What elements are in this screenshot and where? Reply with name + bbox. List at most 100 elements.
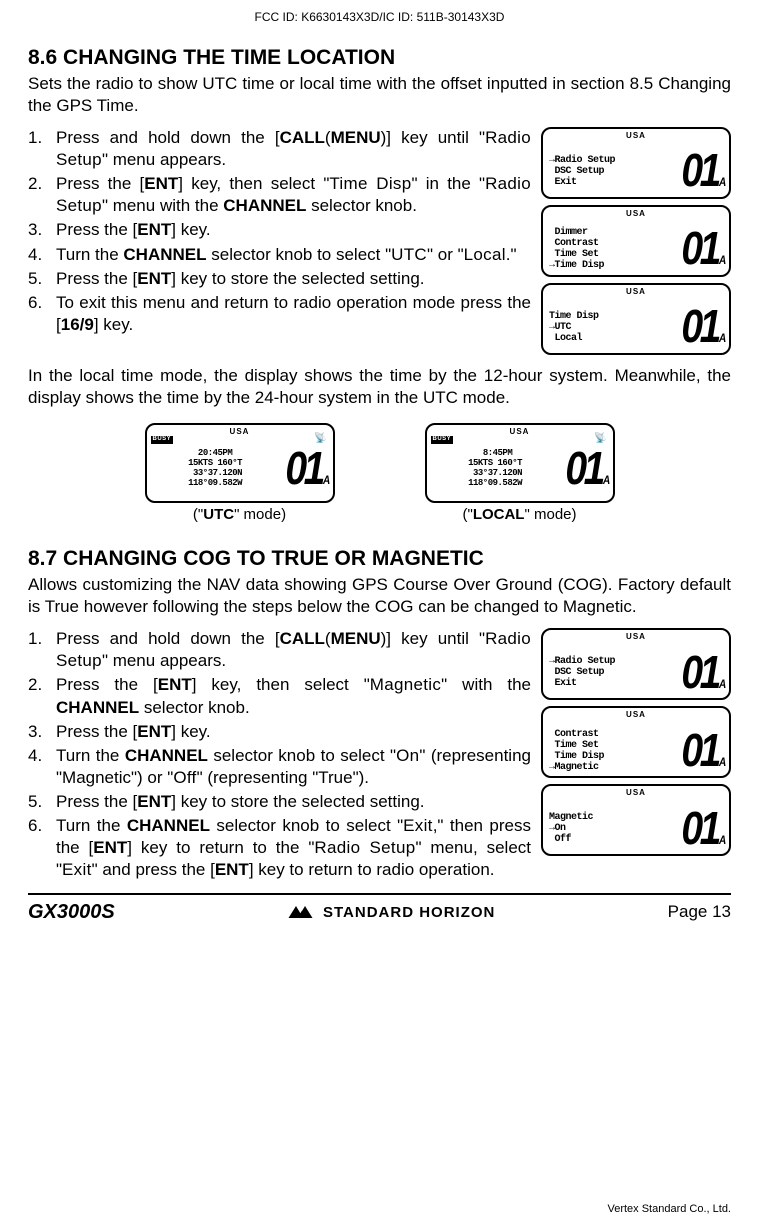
lcd-channel-suffix: A [719, 833, 723, 849]
lcd-channel: 01A [681, 721, 723, 779]
lcd-channel-suffix: A [719, 677, 723, 693]
lcd-menu-text: 20:45PM 15KTS 160°T 33°37.120N 118°09.58… [153, 448, 278, 488]
step-text: Press and hold down the [CALL(MENU)] key… [56, 628, 531, 672]
step-number: 1. [28, 628, 56, 672]
step-item: 6.To exit this menu and return to radio … [28, 292, 531, 336]
lcd-channel: 01A [681, 219, 723, 277]
lcd-screen: BUSY📡USA20:45PM 15KTS 160°T 33°37.120N 1… [145, 423, 335, 503]
step-text: Press the [ENT] key, then select "Magnet… [56, 674, 531, 718]
mode-example: BUSY📡USA 8:45PM 15KTS 160°T 33°37.120N 1… [425, 423, 615, 525]
step-text: Turn the CHANNEL selector knob to select… [56, 244, 531, 266]
section-8-7-steps: 1.Press and hold down the [CALL(MENU)] k… [28, 628, 531, 883]
lcd-channel: 01A [681, 643, 723, 701]
step-number: 3. [28, 219, 56, 241]
model-number: GX3000S [28, 899, 115, 925]
step-number: 5. [28, 791, 56, 813]
lcd-channel-suffix: A [323, 473, 327, 489]
lcd-region: USA [549, 788, 723, 798]
page-footer: GX3000S STANDARD HORIZON Page 13 [28, 899, 731, 925]
step-item: 6.Turn the CHANNEL selector knob to sele… [28, 815, 531, 881]
lcd-region: USA [549, 632, 723, 642]
step-item: 4.Turn the CHANNEL selector knob to sele… [28, 244, 531, 266]
busy-indicator: BUSY [151, 436, 174, 444]
step-text: Turn the CHANNEL selector knob to select… [56, 815, 531, 881]
logo-icon [287, 904, 317, 920]
lcd-menu-text: Dimmer Contrast Time Set →Time Disp [549, 227, 674, 271]
lcd-screen: BUSY📡USA 8:45PM 15KTS 160°T 33°37.120N 1… [425, 423, 615, 503]
lcd-region: USA [433, 427, 607, 437]
lcd-region: USA [153, 427, 327, 437]
mode-examples: BUSY📡USA20:45PM 15KTS 160°T 33°37.120N 1… [28, 423, 731, 525]
step-number: 5. [28, 268, 56, 290]
copyright: Vertex Standard Co., Ltd. [607, 1202, 731, 1216]
step-number: 1. [28, 127, 56, 171]
section-8-6-note: In the local time mode, the display show… [28, 365, 731, 409]
brand-text: STANDARD HORIZON [323, 903, 495, 923]
lcd-menu-text: 8:45PM 15KTS 160°T 33°37.120N 118°09.582… [433, 448, 558, 488]
lcd-channel-suffix: A [719, 755, 723, 771]
section-8-7-title: 8.7 CHANGING COG TO TRUE OR MAGNETIC [28, 545, 731, 572]
lcd-channel-suffix: A [719, 253, 723, 269]
section-8-6-intro: Sets the radio to show UTC time or local… [28, 73, 731, 117]
step-item: 3.Press the [ENT] key. [28, 219, 531, 241]
lcd-channel: 01A [681, 141, 723, 199]
lcd-channel: 01A [565, 439, 607, 499]
step-number: 3. [28, 721, 56, 743]
mode-example: BUSY📡USA20:45PM 15KTS 160°T 33°37.120N 1… [145, 423, 335, 525]
step-item: 4.Turn the CHANNEL selector knob to sele… [28, 745, 531, 789]
step-item: 5.Press the [ENT] key to store the selec… [28, 268, 531, 290]
lcd-menu-text: Time Disp →UTC Local [549, 311, 674, 344]
step-item: 5.Press the [ENT] key to store the selec… [28, 791, 531, 813]
lcd-channel-suffix: A [719, 175, 723, 191]
mode-label: ("LOCAL" mode) [425, 505, 615, 525]
page-number: Page 13 [668, 901, 731, 923]
section-8-6-screens: USA→Radio Setup DSC Setup Exit01AUSA Dim… [541, 127, 731, 355]
lcd-channel-suffix: A [603, 473, 607, 489]
step-item: 3.Press the [ENT] key. [28, 721, 531, 743]
brand-logo: STANDARD HORIZON [287, 903, 495, 923]
section-8-6-body: 1.Press and hold down the [CALL(MENU)] k… [28, 127, 731, 355]
lcd-screen: USA →Radio Setup DSC Setup Exit01A [541, 127, 731, 199]
lcd-region: USA [549, 287, 723, 297]
lcd-screen: USA Contrast Time Set Time Disp →Magneti… [541, 706, 731, 778]
step-text: Press the [ENT] key to store the selecte… [56, 791, 531, 813]
lcd-screen: USA →Radio Setup DSC Setup Exit01A [541, 628, 731, 700]
lcd-menu-text: Magnetic →On Off [549, 812, 674, 845]
step-text: Press the [ENT] key to store the selecte… [56, 268, 531, 290]
step-text: Press the [ENT] key, then select "Time D… [56, 173, 531, 217]
footer-divider [28, 893, 731, 895]
lcd-screen: USA Magnetic →On Off01A [541, 784, 731, 856]
lcd-screen: USA Dimmer Contrast Time Set →Time Disp0… [541, 205, 731, 277]
step-item: 2.Press the [ENT] key, then select "Time… [28, 173, 531, 217]
section-8-6-steps: 1.Press and hold down the [CALL(MENU)] k… [28, 127, 531, 355]
lcd-channel: 01A [285, 439, 327, 499]
step-number: 2. [28, 173, 56, 217]
step-item: 1.Press and hold down the [CALL(MENU)] k… [28, 628, 531, 672]
lcd-screen: USA Time Disp →UTC Local01A [541, 283, 731, 355]
lcd-channel-suffix: A [719, 331, 723, 347]
lcd-region: USA [549, 209, 723, 219]
fcc-id: FCC ID: K6630143X3D/IC ID: 511B-30143X3D [28, 10, 731, 26]
section-8-6-title: 8.6 CHANGING THE TIME LOCATION [28, 44, 731, 71]
lcd-menu-text: →Radio Setup DSC Setup Exit [549, 155, 674, 188]
step-text: Press and hold down the [CALL(MENU)] key… [56, 127, 531, 171]
section-8-7-screens: USA→Radio Setup DSC Setup Exit01AUSA Con… [541, 628, 731, 883]
busy-indicator: BUSY [431, 436, 454, 444]
lcd-region: USA [549, 710, 723, 720]
section-8-7-body: 1.Press and hold down the [CALL(MENU)] k… [28, 628, 731, 883]
section-8-7-intro: Allows customizing the NAV data showing … [28, 574, 731, 618]
step-item: 2.Press the [ENT] key, then select "Magn… [28, 674, 531, 718]
lcd-menu-text: Contrast Time Set Time Disp →Magnetic [549, 729, 674, 773]
lcd-channel: 01A [681, 297, 723, 355]
step-number: 4. [28, 745, 56, 789]
step-item: 1.Press and hold down the [CALL(MENU)] k… [28, 127, 531, 171]
step-text: Turn the CHANNEL selector knob to select… [56, 745, 531, 789]
lcd-region: USA [549, 131, 723, 141]
step-number: 4. [28, 244, 56, 266]
step-number: 6. [28, 292, 56, 336]
lcd-channel: 01A [681, 799, 723, 857]
step-text: Press the [ENT] key. [56, 219, 531, 241]
step-text: Press the [ENT] key. [56, 721, 531, 743]
lcd-menu-text: →Radio Setup DSC Setup Exit [549, 656, 674, 689]
step-number: 6. [28, 815, 56, 881]
